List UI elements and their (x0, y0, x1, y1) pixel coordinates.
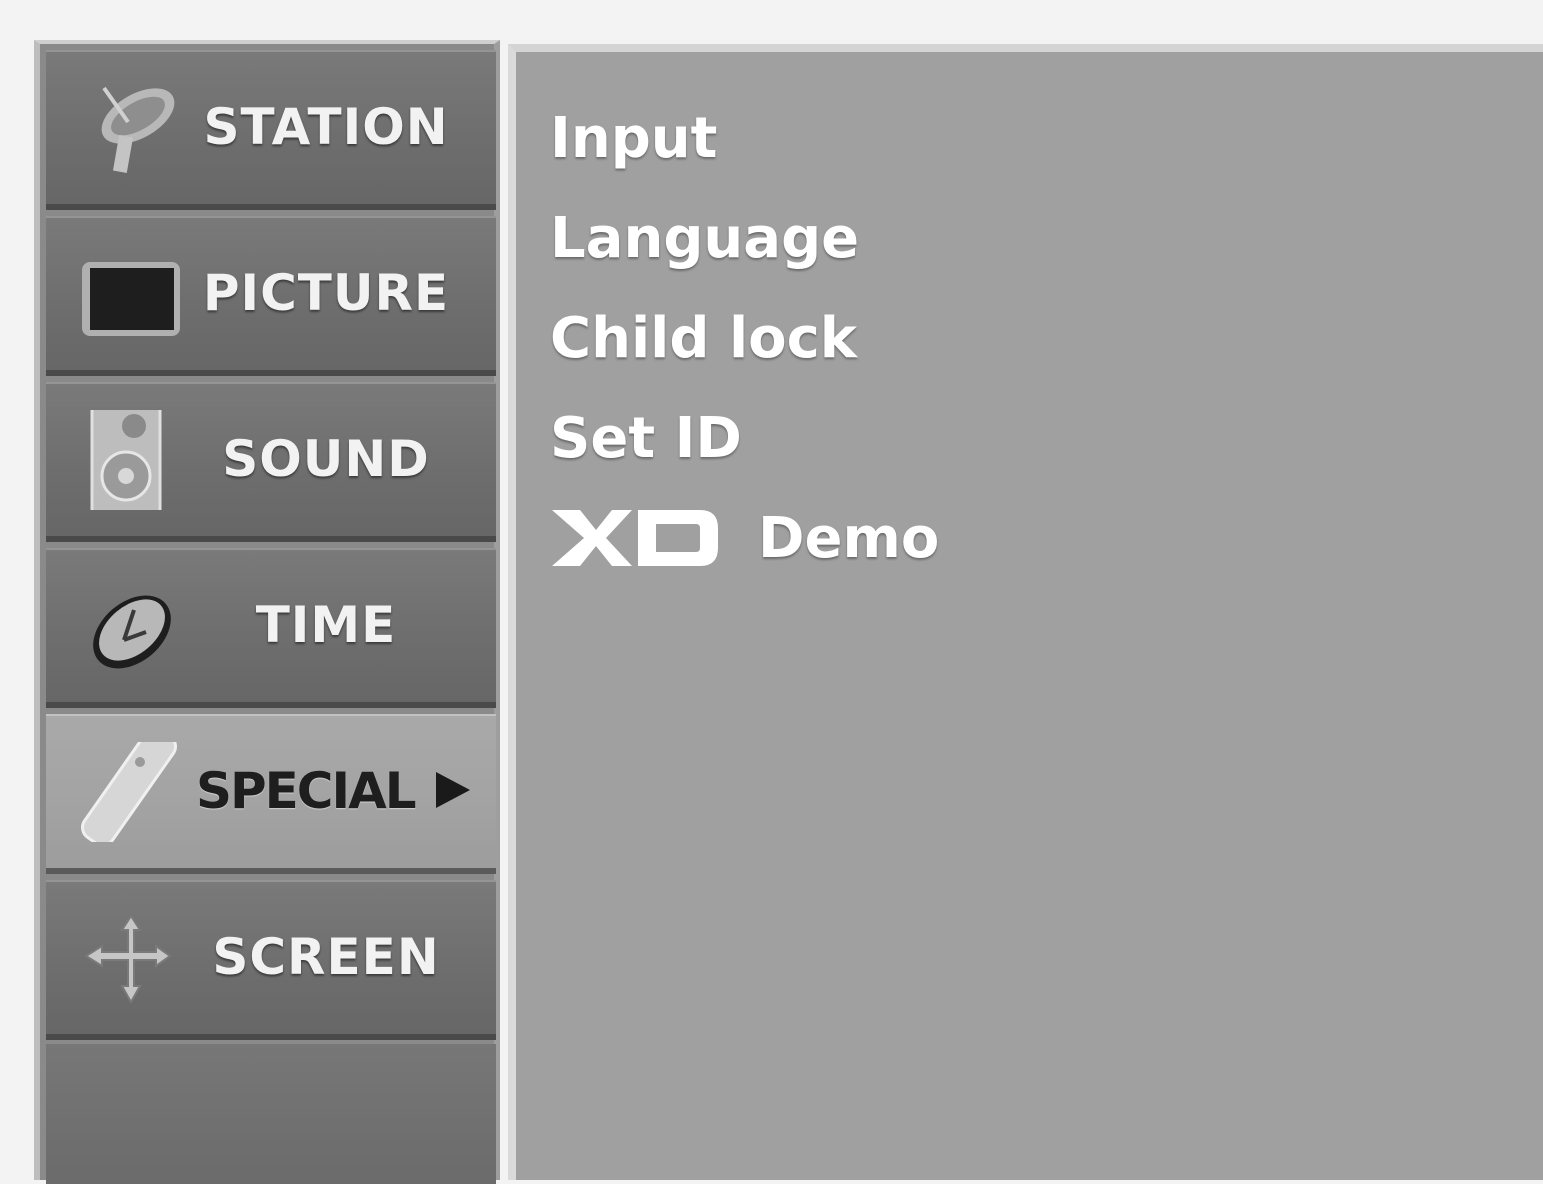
remote-control-icon (81, 742, 177, 842)
main-menu: STATION PICTURE SOUND TIME SPECIAL SCREE… (34, 40, 500, 1184)
menu-item-label: SOUND (222, 430, 430, 488)
satellite-dish-icon (101, 86, 175, 173)
option-label: Demo (758, 505, 940, 571)
option-label: Set ID (550, 405, 742, 471)
menu-item-screen[interactable]: SCREEN (46, 880, 496, 1040)
menu-item-label: TIME (255, 596, 397, 654)
menu-item-special[interactable]: SPECIAL (46, 714, 496, 874)
menu-item-label: SCREEN (212, 928, 440, 986)
menu-filler (46, 1044, 496, 1184)
option-label: Child lock (550, 305, 858, 371)
option-child-lock[interactable]: Child lock (550, 288, 857, 388)
menu-item-label: PICTURE (202, 264, 450, 322)
option-xd-demo[interactable]: XD Demo (550, 488, 939, 588)
option-input[interactable]: Input (550, 88, 717, 188)
tv-screen-icon (82, 262, 180, 336)
clock-icon (93, 595, 171, 669)
menu-item-picture[interactable]: PICTURE (46, 216, 496, 376)
speaker-icon (90, 410, 162, 510)
menu-item-station[interactable]: STATION (46, 50, 496, 210)
menu-item-sound[interactable]: SOUND (46, 382, 496, 542)
menu-item-time[interactable]: TIME (46, 548, 496, 708)
move-arrows-icon (84, 914, 172, 1005)
option-label: Language (550, 205, 860, 271)
option-label: Input (550, 105, 718, 171)
option-set-id[interactable]: Set ID (550, 388, 742, 488)
xd-logo-icon: XD (552, 510, 718, 566)
option-language[interactable]: Language (550, 188, 859, 288)
menu-item-label: SPECIAL (196, 762, 417, 820)
menu-item-label: STATION (203, 98, 449, 156)
special-submenu-panel: Input Language Child lock Set ID XD Demo (508, 44, 1543, 1180)
arrow-right-icon (436, 772, 470, 808)
